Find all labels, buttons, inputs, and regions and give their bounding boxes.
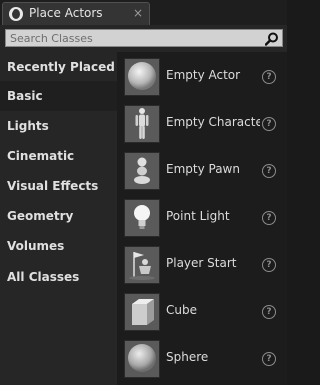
help-icon[interactable]: ? xyxy=(262,164,276,178)
item-label: Empty Character xyxy=(166,115,260,129)
mannequin-icon xyxy=(124,105,160,143)
close-icon[interactable]: × xyxy=(133,6,143,20)
place-actors-panel: Recently Placed Basic Lights Cinematic V… xyxy=(0,25,287,385)
actor-list: Empty Actor ? Empty Character ? Empty Pa… xyxy=(117,52,287,385)
tab-title: Place Actors xyxy=(29,6,103,20)
item-label: Point Light xyxy=(166,209,230,223)
category-cinematic[interactable]: Cinematic xyxy=(0,141,117,171)
category-all-classes[interactable]: All Classes xyxy=(0,262,117,292)
sphere-icon xyxy=(124,58,160,96)
help-icon[interactable]: ? xyxy=(262,211,276,225)
category-list: Recently Placed Basic Lights Cinematic V… xyxy=(0,52,117,385)
category-basic[interactable]: Basic xyxy=(0,81,117,111)
unreal-logo-icon xyxy=(9,7,23,21)
list-item-cube[interactable]: Cube ? xyxy=(117,289,287,336)
help-icon[interactable]: ? xyxy=(262,117,276,131)
list-item-empty-pawn[interactable]: Empty Pawn ? xyxy=(117,148,287,195)
category-visual-effects[interactable]: Visual Effects xyxy=(0,171,117,201)
category-lights[interactable]: Lights xyxy=(0,111,117,141)
search-box[interactable] xyxy=(5,29,283,47)
category-recently-placed[interactable]: Recently Placed xyxy=(0,52,117,82)
pawn-icon xyxy=(124,152,160,190)
cube-icon xyxy=(124,293,160,331)
list-item-sphere[interactable]: Sphere ? xyxy=(117,336,287,383)
item-label: Empty Pawn xyxy=(166,162,240,176)
help-icon[interactable]: ? xyxy=(262,305,276,319)
category-volumes[interactable]: Volumes xyxy=(0,231,117,261)
tab-strip: Place Actors × xyxy=(0,0,287,25)
search-input[interactable] xyxy=(10,30,260,46)
sphere-icon xyxy=(124,340,160,378)
tab-place-actors[interactable]: Place Actors × xyxy=(2,2,150,25)
item-label: Player Start xyxy=(166,256,237,270)
list-item-player-start[interactable]: Player Start ? xyxy=(117,242,287,289)
help-icon[interactable]: ? xyxy=(262,352,276,366)
help-icon[interactable]: ? xyxy=(262,70,276,84)
player-start-icon xyxy=(124,246,160,284)
item-label: Sphere xyxy=(166,350,209,364)
list-item-empty-actor[interactable]: Empty Actor ? xyxy=(117,54,287,101)
list-item-point-light[interactable]: Point Light ? xyxy=(117,195,287,242)
item-label: Cube xyxy=(166,303,197,317)
help-icon[interactable]: ? xyxy=(262,258,276,272)
category-geometry[interactable]: Geometry xyxy=(0,201,117,231)
search-icon[interactable] xyxy=(265,32,279,46)
item-label: Empty Actor xyxy=(166,68,241,82)
list-item-empty-character[interactable]: Empty Character ? xyxy=(117,101,287,148)
lightbulb-icon xyxy=(124,199,160,237)
